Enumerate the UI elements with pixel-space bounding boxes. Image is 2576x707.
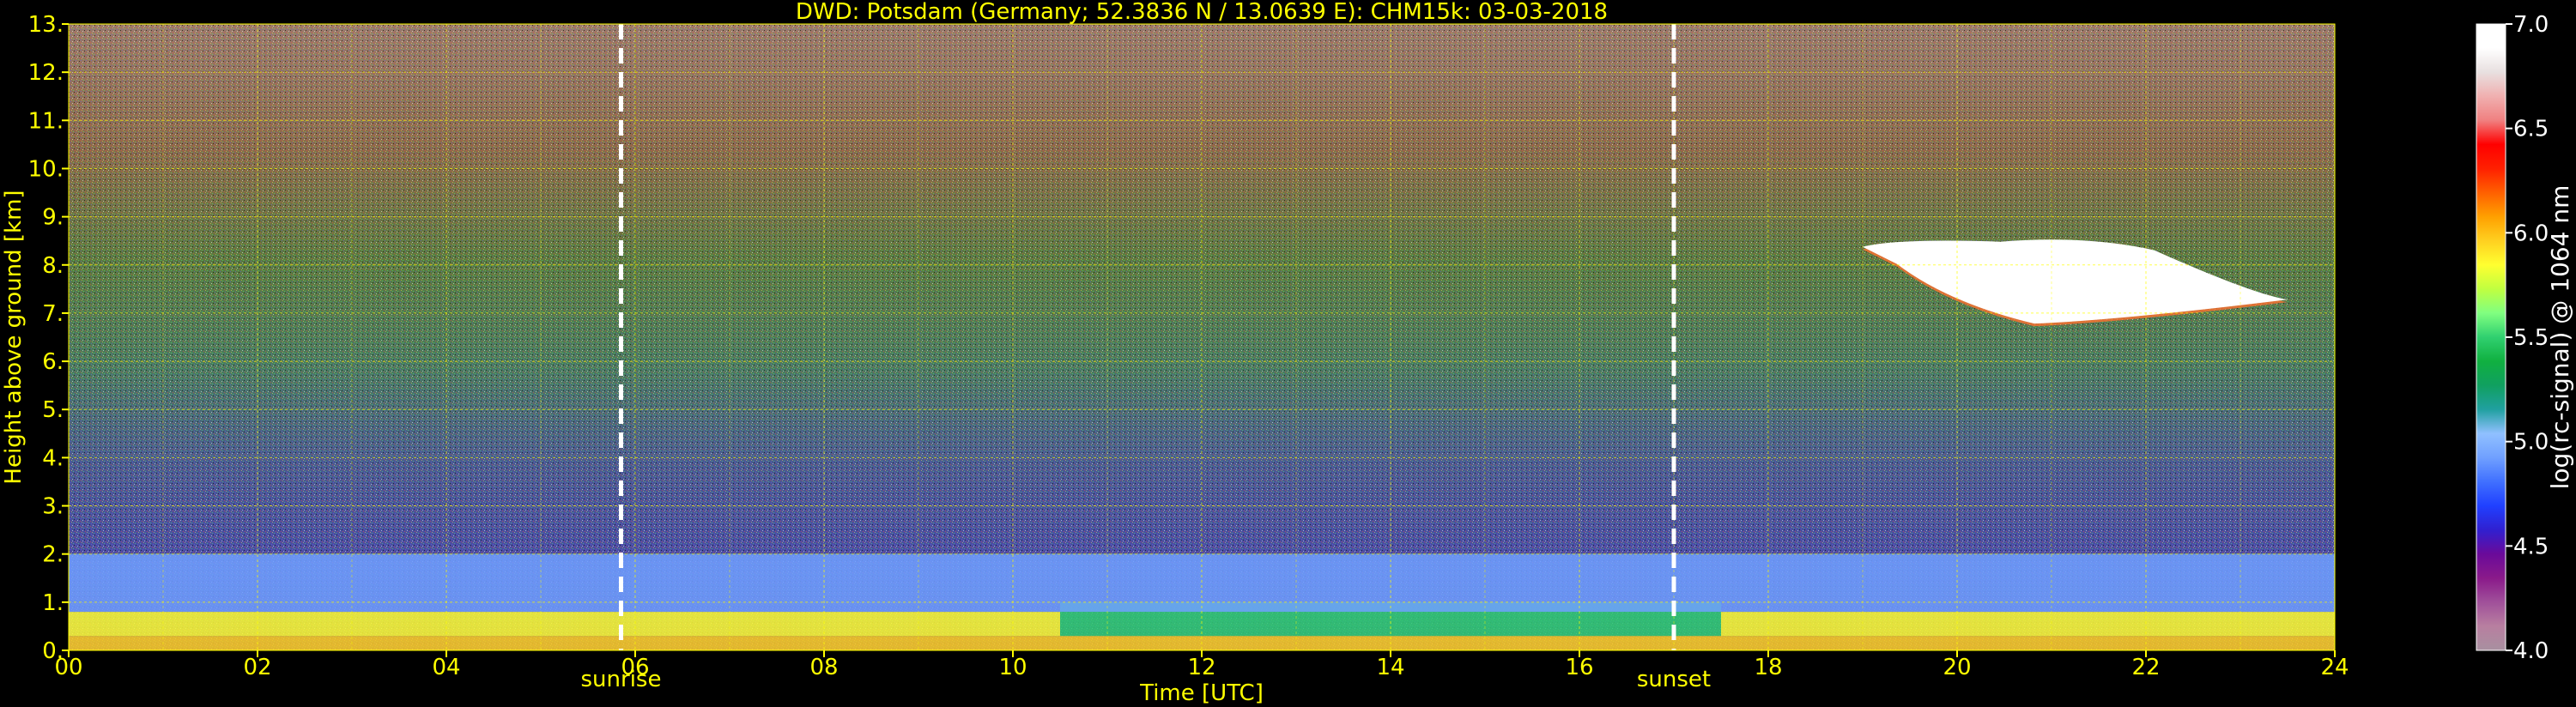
x-tick-label: 24: [2320, 655, 2349, 680]
plot-area: [69, 24, 2335, 650]
colorbar-tick-label: 6.5: [2513, 117, 2549, 142]
y-tick-label: 11.: [28, 108, 64, 134]
y-ticks: 0. 1. 2. 3. 4. 5. 6. 7. 8. 9. 10. 11. 12. 13.: [28, 12, 69, 664]
chart-title: DWD: Potsdam (Germany; 52.3836 N / 13.06…: [796, 0, 1608, 25]
y-tick-label: 5.: [42, 397, 64, 423]
colorbar-tick-label: 4.0: [2513, 638, 2549, 664]
y-tick-label: 8.: [42, 253, 64, 279]
y-tick-label: 7.: [42, 301, 64, 327]
y-tick-label: 0.: [42, 638, 64, 664]
x-tick-label: 04: [432, 655, 460, 680]
x-tick-label: 08: [809, 655, 838, 680]
y-tick-label: 9.: [42, 205, 64, 231]
colorbar-tick-label: 6.0: [2513, 221, 2549, 246]
y-tick-label: 12.: [28, 60, 64, 86]
colorbar-fill: [2476, 24, 2506, 650]
y-tick-label: 13.: [28, 12, 64, 38]
layer-boundary-layer-evening-: [1721, 612, 2335, 637]
x-tick-label: 12: [1187, 655, 1215, 680]
ceilometer-chart: DWD: Potsdam (Germany; 52.3836 N / 13.06…: [1, 0, 2574, 706]
y-tick-label: 2.: [42, 542, 64, 568]
colorbar-tick-label: 7.0: [2513, 12, 2549, 38]
x-tick-label: 22: [2131, 655, 2160, 680]
colorbar: 4.0 4.5 5.0 5.5 6.0 6.5 7.0 log(rc-signal) @ 1…: [2476, 12, 2574, 664]
y-tick-label: 10.: [28, 156, 64, 182]
x-tick-label: 16: [1565, 655, 1593, 680]
x-tick-label: 14: [1376, 655, 1404, 680]
y-tick-label: 1.: [42, 590, 64, 616]
colorbar-ticks: 4.0 4.5 5.0 5.5 6.0 6.5 7.0: [2506, 12, 2549, 664]
colorbar-tick-label: 5.0: [2513, 430, 2549, 456]
x-tick-label: 20: [1943, 655, 1971, 680]
x-tick-label: 10: [998, 655, 1027, 680]
y-axis-label: Height above ground [km]: [1, 190, 27, 484]
y-tick-label: 6.: [42, 349, 64, 375]
x-axis-label: Time [UTC]: [1139, 680, 1264, 706]
colorbar-tick-label: 5.5: [2513, 325, 2549, 351]
layer-boundary-layer-morning-: [69, 612, 1060, 637]
colorbar-tick-label: 4.5: [2513, 534, 2549, 559]
y-tick-label: 3.: [42, 494, 64, 520]
colorbar-label: log(rc-signal) @ 1064 nm: [2546, 185, 2574, 490]
x-tick-label: 02: [243, 655, 271, 680]
sunrise-label: sunrise: [581, 667, 662, 692]
sunset-label: sunset: [1637, 667, 1711, 692]
x-ticks: 00 02 04 06 08 10 12 14 16 18 20 22 24: [54, 650, 2349, 680]
y-tick-label: 4.: [42, 445, 64, 471]
x-tick-label: 18: [1754, 655, 1782, 680]
